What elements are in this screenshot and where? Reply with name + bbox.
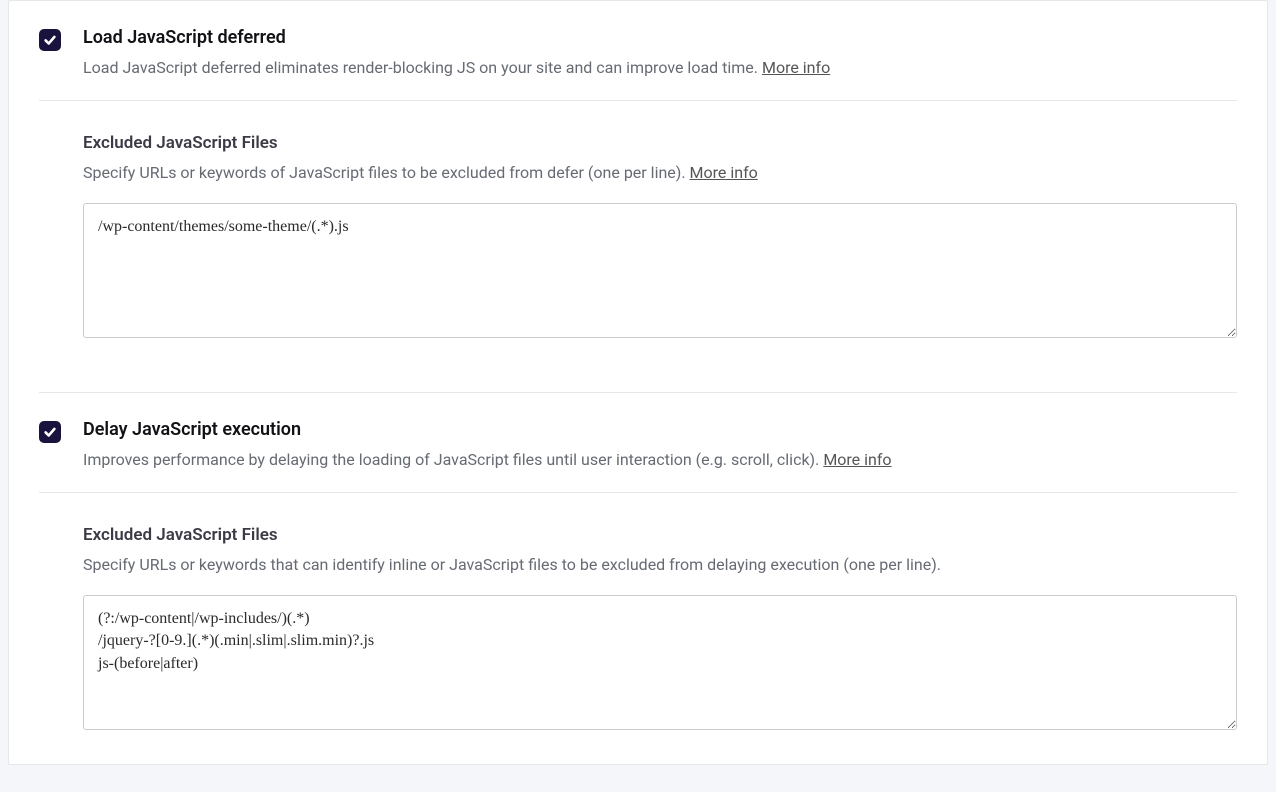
delay-excluded-description: Specify URLs or keywords that can identi… — [83, 553, 1237, 577]
delay-js-checkbox[interactable] — [39, 421, 61, 443]
defer-title: Load JavaScript deferred — [83, 27, 1237, 48]
defer-checkbox-wrap — [39, 27, 83, 51]
defer-excluded-description: Specify URLs or keywords of JavaScript f… — [83, 161, 1237, 185]
defer-description: Load JavaScript deferred eliminates rend… — [83, 56, 1237, 80]
delay-texts: Delay JavaScript execution Improves perf… — [83, 419, 1237, 472]
delay-more-info-link[interactable]: More info — [823, 450, 891, 469]
defer-js-header: Load JavaScript deferred Load JavaScript… — [9, 1, 1267, 80]
defer-texts: Load JavaScript deferred Load JavaScript… — [83, 27, 1237, 80]
checkmark-icon — [43, 425, 57, 439]
delay-excluded-desc-text: Specify URLs or keywords that can identi… — [83, 555, 941, 574]
defer-desc-text: Load JavaScript deferred eliminates rend… — [83, 58, 762, 77]
defer-excluded-textarea[interactable] — [83, 203, 1237, 338]
delay-excluded-block: Excluded JavaScript Files Specify URLs o… — [9, 493, 1267, 734]
delay-checkbox-wrap — [39, 419, 83, 443]
defer-excluded-desc-text: Specify URLs or keywords of JavaScript f… — [83, 163, 690, 182]
settings-panel: Load JavaScript deferred Load JavaScript… — [8, 0, 1268, 765]
delay-js-section: Delay JavaScript execution Improves perf… — [9, 393, 1267, 734]
delay-js-header: Delay JavaScript execution Improves perf… — [9, 393, 1267, 472]
defer-excluded-title: Excluded JavaScript Files — [83, 133, 1237, 153]
defer-excluded-block: Excluded JavaScript Files Specify URLs o… — [9, 101, 1267, 342]
defer-js-section: Load JavaScript deferred Load JavaScript… — [9, 1, 1267, 342]
defer-js-checkbox[interactable] — [39, 29, 61, 51]
defer-more-info-link[interactable]: More info — [762, 58, 830, 77]
delay-title: Delay JavaScript execution — [83, 419, 1237, 440]
checkmark-icon — [43, 33, 57, 47]
delay-excluded-textarea[interactable] — [83, 595, 1237, 730]
delay-desc-text: Improves performance by delaying the loa… — [83, 450, 823, 469]
delay-description: Improves performance by delaying the loa… — [83, 448, 1237, 472]
delay-excluded-title: Excluded JavaScript Files — [83, 525, 1237, 545]
defer-excluded-more-info-link[interactable]: More info — [690, 163, 758, 182]
